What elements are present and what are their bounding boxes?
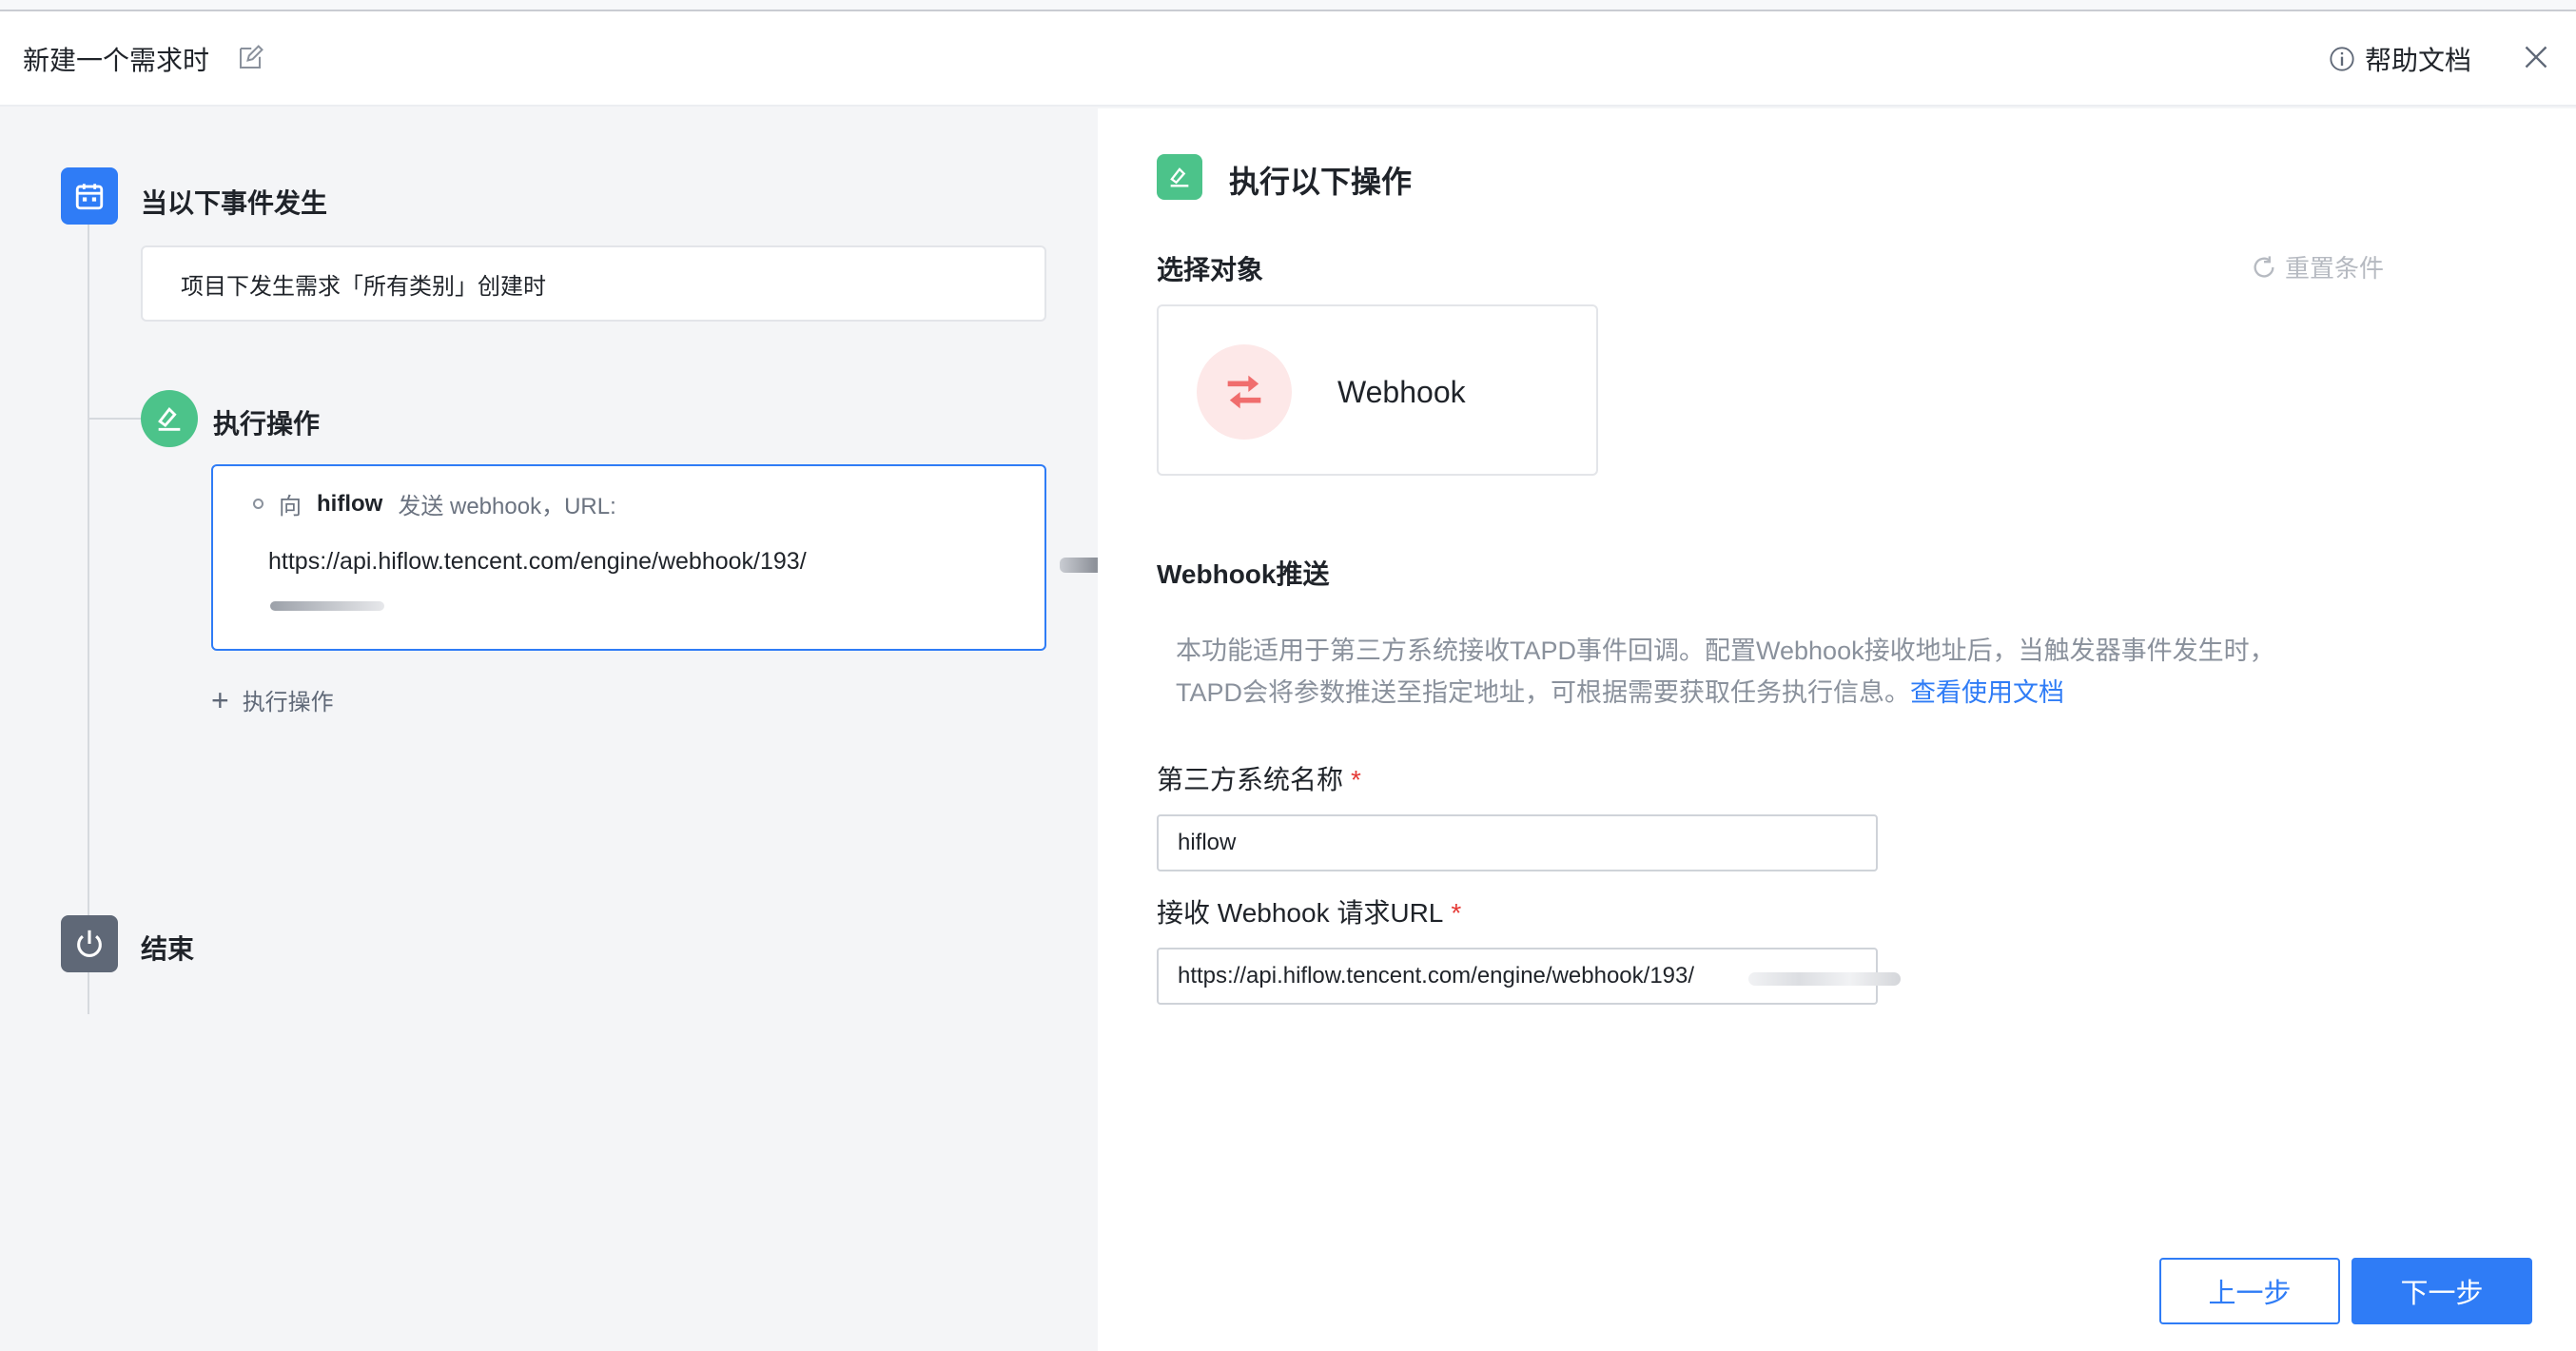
webhook-icon	[1197, 344, 1292, 440]
action-target: hiflow	[317, 490, 383, 517]
action-step-icon	[141, 390, 198, 447]
dialog-header: 新建一个需求时 帮助文档	[0, 11, 2576, 107]
required-mark: *	[1351, 765, 1361, 794]
system-name-label-text: 第三方系统名称	[1157, 765, 1344, 794]
system-name-input[interactable]: hiflow	[1157, 814, 1878, 871]
action-card[interactable]: 向 hiflow 发送 webhook，URL: https://api.hif…	[211, 464, 1202, 651]
webhook-url-label: 接收 Webhook 请求URL *	[1157, 892, 1461, 930]
view-docs-link[interactable]: 查看使用文档	[1910, 678, 2064, 707]
redacted-url-part	[1748, 972, 1901, 986]
description-line-2: TAPD会将参数推送至指定地址，可根据需要获取任务执行信息。查看使用文档	[1176, 672, 2374, 714]
reset-label: 重置条件	[2285, 254, 2385, 283]
close-icon[interactable]	[2523, 44, 2549, 70]
help-docs-label: 帮助文档	[2365, 46, 2472, 75]
webhook-card-name: Webhook	[1337, 375, 1466, 409]
required-mark: *	[1451, 898, 1462, 928]
description-line-1: 本功能适用于第三方系统接收TAPD事件回调。配置Webhook接收地址后，当触发…	[1176, 636, 2275, 665]
edit-icon[interactable]	[236, 44, 264, 72]
action-step-label: 执行操作	[213, 409, 321, 439]
select-object-label: 选择对象	[1157, 255, 1264, 284]
plus-icon: +	[211, 682, 229, 717]
workflow-panel: 当以下事件发生 项目下发生需求「所有类别」创建时 执行操作 向 hiflow 发…	[0, 108, 1202, 1351]
reset-conditions-button[interactable]: 重置条件	[2251, 249, 2384, 284]
system-name-label: 第三方系统名称 *	[1157, 759, 1361, 797]
help-docs-link[interactable]: 帮助文档	[2329, 40, 2471, 78]
power-icon	[61, 915, 118, 972]
bullet-icon	[253, 499, 263, 509]
webhook-url-input[interactable]: https://api.hiflow.tencent.com/engine/we…	[1157, 948, 1901, 1005]
webhook-push-title: Webhook推送	[1157, 559, 1330, 589]
add-action-button[interactable]: + 执行操作	[211, 683, 334, 716]
webhook-option-card[interactable]: Webhook	[1157, 304, 1598, 476]
webhook-description: 本功能适用于第三方系统接收TAPD事件回调。配置Webhook接收地址后，当触发…	[1176, 630, 2374, 714]
trigger-step-label: 当以下事件发生	[141, 188, 328, 218]
config-panel: 执行以下操作 选择对象 重置条件 Webhook Webhook推送 本功能适用…	[1098, 108, 2576, 1351]
webhook-url-value: https://api.hiflow.tencent.com/engine/we…	[1178, 963, 1695, 989]
action-middle: 发送 webhook，URL:	[398, 494, 616, 519]
flow-connector-line	[88, 223, 89, 1014]
page-title: 新建一个需求时	[23, 46, 210, 75]
end-step-label: 结束	[141, 934, 195, 964]
trigger-description: 项目下发生需求「所有类别」创建时	[181, 273, 546, 300]
action-prefix: 向	[279, 494, 302, 519]
action-summary: 向 hiflow 发送 webhook，URL:	[253, 487, 616, 520]
previous-step-button[interactable]: 上一步	[2159, 1258, 2340, 1324]
add-action-label: 执行操作	[242, 690, 334, 715]
redacted-url-part-2	[270, 601, 384, 611]
next-step-button[interactable]: 下一步	[2352, 1258, 2532, 1324]
trigger-condition-box[interactable]: 项目下发生需求「所有类别」创建时	[141, 245, 1046, 322]
panel-title: 执行以下操作	[1229, 165, 1413, 199]
background-nav-strip	[0, 0, 2576, 11]
refresh-icon	[2254, 255, 2274, 278]
action-url: https://api.hiflow.tencent.com/engine/we…	[268, 548, 807, 575]
flow-branch-line	[89, 418, 141, 420]
webhook-url-label-text: 接收 Webhook 请求URL	[1157, 898, 1444, 928]
action-title-icon	[1157, 154, 1202, 200]
system-name-value: hiflow	[1178, 830, 1237, 855]
description-line-2-text: TAPD会将参数推送至指定地址，可根据需要获取任务执行信息。	[1176, 678, 1911, 707]
calendar-icon	[61, 167, 118, 225]
info-icon	[2330, 47, 2354, 71]
